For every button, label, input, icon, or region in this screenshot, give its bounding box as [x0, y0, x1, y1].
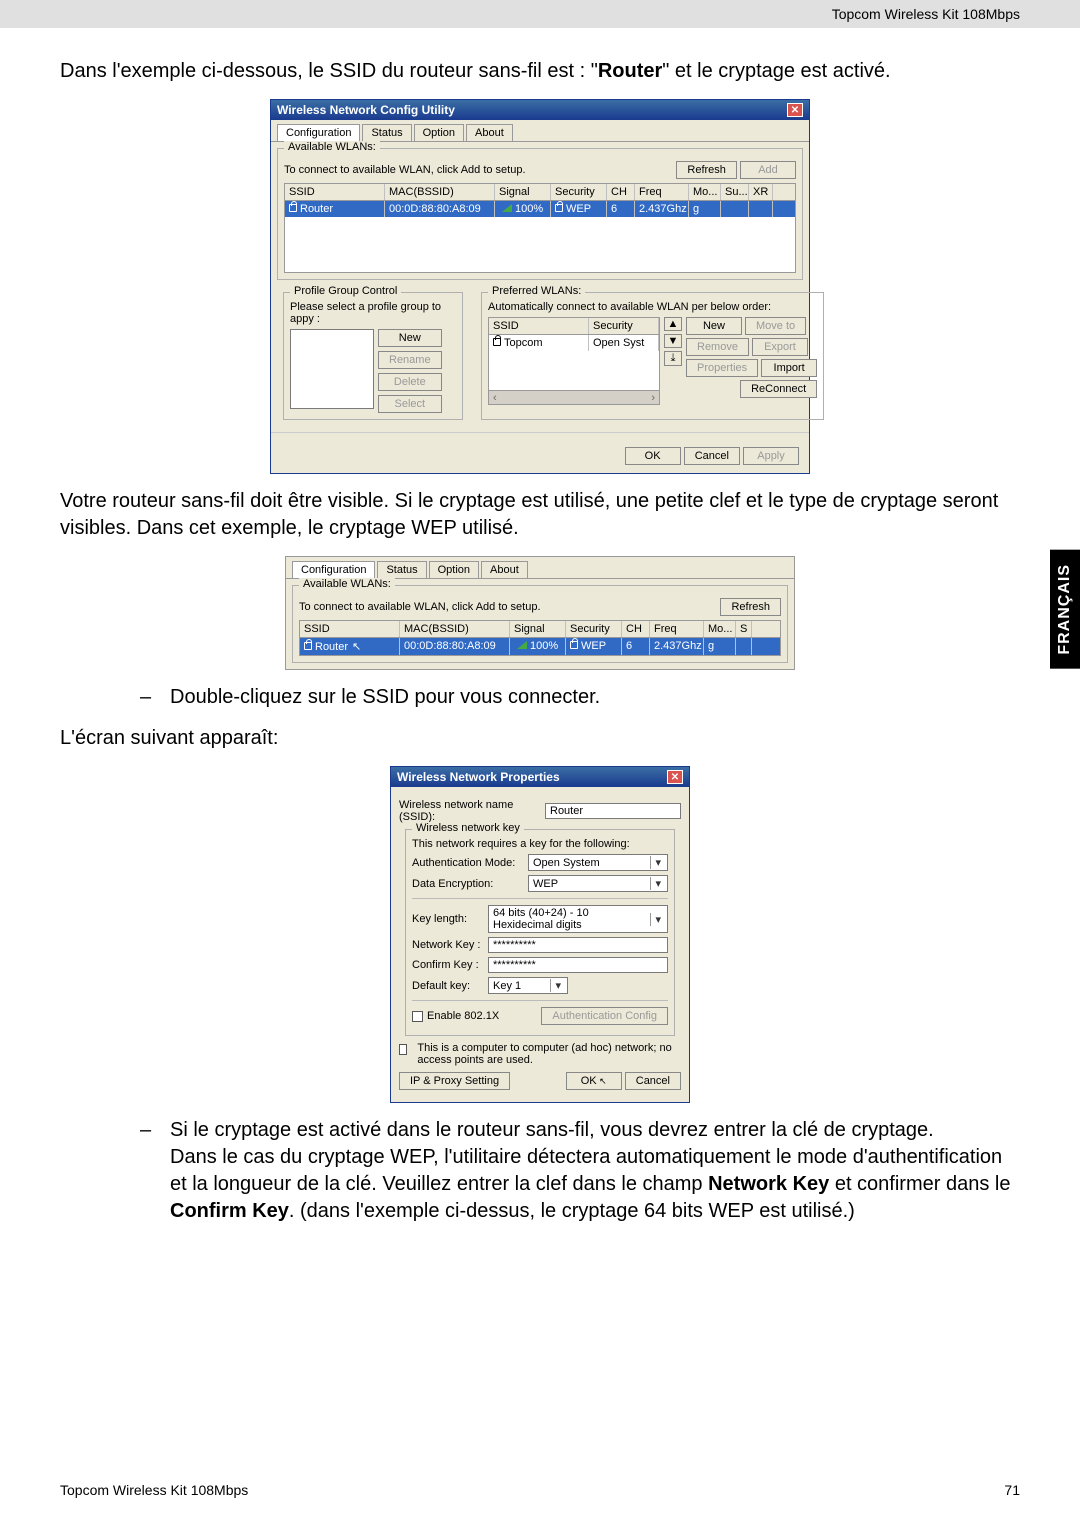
dialog-config-fragment: Configuration Status Option About Availa…	[285, 556, 795, 670]
list-item[interactable]: Router↖ 00:0D:88:80:A8:09 100% WEP 6 2.4…	[300, 638, 780, 655]
tab-about[interactable]: About	[466, 124, 513, 141]
paragraph-2: Votre routeur sans-fil doit être visible…	[60, 488, 1020, 542]
ip-proxy-button[interactable]: IP & Proxy Setting	[399, 1072, 510, 1090]
ssid-field[interactable]: Router	[545, 803, 681, 819]
adhoc-checkbox[interactable]	[399, 1044, 407, 1055]
header-product: Topcom Wireless Kit 108Mbps	[832, 6, 1020, 22]
signal-icon	[502, 204, 512, 212]
move-down-icon[interactable]: ▼	[664, 334, 682, 348]
profile-group: Profile Group Control Please select a pr…	[283, 292, 463, 420]
list-item[interactable]: Router 00:0D:88:80:A8:09 100% WEP 6 2.43…	[285, 201, 795, 217]
cursor-icon: ↖	[352, 641, 361, 653]
dialog-properties: Wireless Network Properties ✕ Wireless n…	[390, 766, 690, 1103]
available-legend: Available WLANs:	[284, 141, 380, 153]
available-hint: To connect to available WLAN, click Add …	[284, 164, 526, 176]
export-button[interactable]: Export	[752, 338, 808, 356]
add-button[interactable]: Add	[740, 161, 796, 179]
pref-new-button[interactable]: New	[686, 317, 742, 335]
dialog3-title: Wireless Network Properties	[397, 770, 560, 784]
signal-icon	[517, 641, 527, 649]
lock-icon	[555, 204, 563, 212]
paragraph-3: L'écran suivant apparaît:	[60, 725, 1020, 752]
tabstrip: Configuration Status Option About	[271, 120, 809, 142]
delete-button[interactable]: Delete	[378, 373, 442, 391]
footer-product: Topcom Wireless Kit 108Mbps	[60, 1482, 248, 1498]
select-button[interactable]: Select	[378, 395, 442, 413]
refresh-button[interactable]: Refresh	[676, 161, 737, 179]
ok-button[interactable]: OK	[625, 447, 681, 465]
auth-mode-select[interactable]: Open System▾	[528, 854, 668, 871]
profile-list[interactable]	[290, 329, 374, 409]
available-list-body[interactable]: Router 00:0D:88:80:A8:09 100% WEP 6 2.43…	[284, 201, 796, 273]
keylen-select[interactable]: 64 bits (40+24) - 10 Hexidecimal digits▾	[488, 905, 668, 933]
lock-icon	[570, 641, 578, 649]
page-footer: Topcom Wireless Kit 108Mbps 71	[60, 1482, 1020, 1498]
cancel-button[interactable]: Cancel	[684, 447, 740, 465]
tab-option[interactable]: Option	[429, 561, 479, 578]
enable-8021x-checkbox[interactable]	[412, 1011, 423, 1022]
import-button[interactable]: Import	[761, 359, 817, 377]
auth-config-button[interactable]: Authentication Config	[541, 1007, 668, 1025]
cancel-button[interactable]: Cancel	[625, 1072, 681, 1090]
chevron-down-icon: ▾	[650, 913, 665, 926]
encryption-select[interactable]: WEP▾	[528, 875, 668, 892]
move-up-icon[interactable]: ▲	[664, 317, 682, 331]
chevron-down-icon: ▾	[550, 979, 565, 992]
scroll-right[interactable]: ›	[647, 392, 659, 404]
available-list-header: SSID MAC(BSSID) Signal Security CH Freq …	[284, 183, 796, 201]
list-item-1: – Double-cliquez sur le SSID pour vous c…	[140, 684, 1020, 711]
scroll-left[interactable]: ‹	[489, 392, 501, 404]
tab-configuration[interactable]: Configuration	[277, 124, 360, 141]
confirm-key-field[interactable]: **********	[488, 957, 668, 973]
network-key-field[interactable]: **********	[488, 937, 668, 953]
close-icon[interactable]: ✕	[787, 103, 803, 117]
tab-status[interactable]: Status	[362, 124, 411, 141]
rename-button[interactable]: Rename	[378, 351, 442, 369]
paragraph-1: Dans l'exemple ci-dessous, le SSID du ro…	[60, 58, 1020, 85]
properties-button[interactable]: Properties	[686, 359, 758, 377]
chevron-down-icon: ▾	[650, 856, 665, 869]
list-item[interactable]: Topcom Open Syst	[489, 335, 659, 351]
moveto-button[interactable]: Move to	[745, 317, 806, 335]
chevron-down-icon: ▾	[650, 877, 665, 890]
available-wlans-group: Available WLANs: To connect to available…	[277, 148, 803, 280]
reconnect-button[interactable]: ReConnect	[740, 380, 817, 398]
close-icon[interactable]: ✕	[667, 770, 683, 784]
page-number: 71	[1004, 1482, 1020, 1498]
list-item-2: – Si le cryptage est activé dans le rout…	[140, 1117, 1020, 1225]
tab-status[interactable]: Status	[377, 561, 426, 578]
dialog-title: Wireless Network Config Utility	[277, 103, 455, 117]
remove-button[interactable]: Remove	[686, 338, 749, 356]
tab-configuration[interactable]: Configuration	[292, 561, 375, 578]
titlebar: Wireless Network Config Utility ✕	[271, 100, 809, 120]
lock-icon	[289, 204, 297, 212]
cursor-icon: ↖	[597, 1076, 607, 1086]
refresh-button[interactable]: Refresh	[720, 598, 781, 616]
move-bottom-icon[interactable]: ⤓	[664, 351, 682, 366]
tab-option[interactable]: Option	[414, 124, 464, 141]
apply-button[interactable]: Apply	[743, 447, 799, 465]
header-bar: Topcom Wireless Kit 108Mbps	[0, 0, 1080, 28]
tab-about[interactable]: About	[481, 561, 528, 578]
default-key-select[interactable]: Key 1▾	[488, 977, 568, 994]
lock-icon	[493, 338, 501, 346]
language-tab: FRANÇAIS	[1050, 550, 1080, 669]
dialog-config-utility: Wireless Network Config Utility ✕ Config…	[270, 99, 810, 474]
new-button[interactable]: New	[378, 329, 442, 347]
lock-icon	[304, 642, 312, 650]
preferred-group: Preferred WLANs: Automatically connect t…	[481, 292, 824, 420]
preferred-list[interactable]: Topcom Open Syst	[488, 335, 660, 391]
ok-button[interactable]: OK ↖	[566, 1072, 622, 1090]
